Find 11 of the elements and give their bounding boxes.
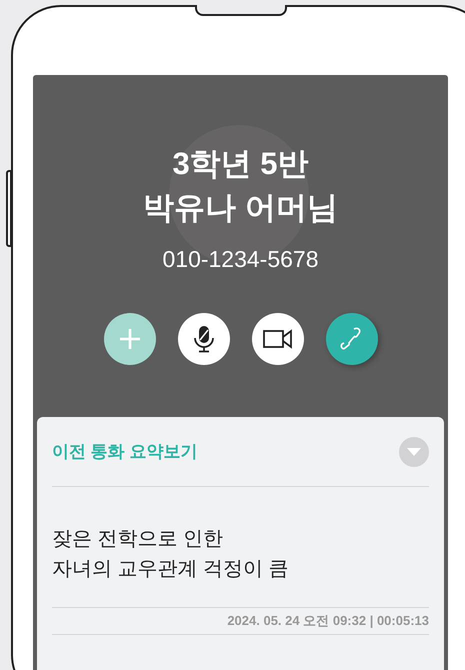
caller-name: 박유나 어머님	[143, 189, 338, 227]
call-timestamp: 2024. 05. 24 오전 09:32 | 00:05:13	[227, 612, 429, 630]
video-camera-icon	[262, 328, 292, 348]
microphone-icon	[192, 324, 214, 352]
plus-icon	[118, 326, 142, 350]
summary-title: 이전 통화 요약보기	[52, 440, 198, 463]
phone-number: 010-1234-5678	[162, 245, 319, 274]
summary-text: 자녀의 교우관계 걱정이 큼	[52, 557, 290, 582]
caret-down-icon	[407, 448, 421, 456]
summary-text: 잦은 전학으로 인한	[52, 527, 224, 552]
caller-name: 3학년 5반	[172, 145, 309, 183]
